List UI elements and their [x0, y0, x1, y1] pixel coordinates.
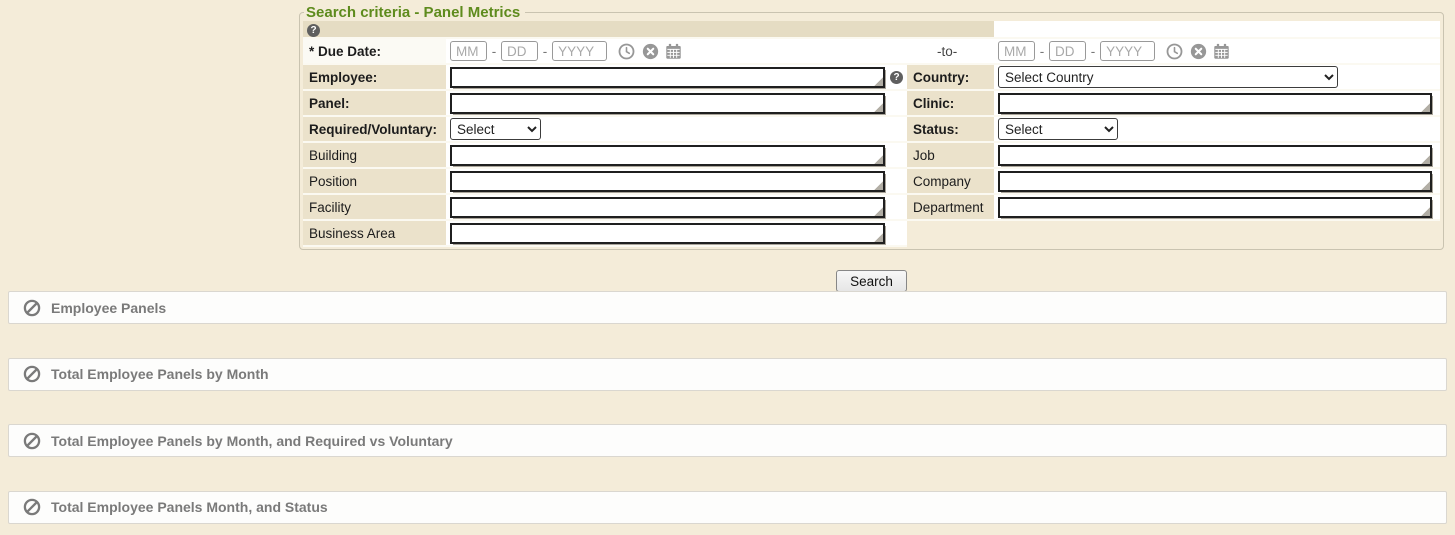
employee-country-row: Employee: ? Country: Select Country — [303, 64, 1440, 90]
clock-icon[interactable] — [618, 43, 635, 60]
panel-clinic-row: Panel: Clinic: — [303, 90, 1440, 116]
country-select[interactable]: Select Country — [998, 66, 1338, 88]
accordion-title: Total Employee Panels by Month, and Requ… — [51, 433, 453, 449]
no-entry-icon — [23, 498, 41, 516]
to-label: -to- — [907, 38, 994, 64]
position-input[interactable] — [450, 171, 885, 192]
facility-input[interactable] — [450, 197, 885, 218]
required-voluntary-select[interactable]: Select — [450, 118, 541, 140]
accordion-title: Total Employee Panels by Month — [51, 366, 269, 382]
building-job-row: Building Job — [303, 142, 1440, 168]
help-row: ? — [303, 21, 1440, 38]
department-label: Department — [907, 194, 994, 220]
job-label: Job — [907, 142, 994, 168]
accordion-total-panels-by-month[interactable]: Total Employee Panels by Month — [8, 358, 1447, 391]
department-input[interactable] — [998, 197, 1432, 218]
company-label: Company — [907, 168, 994, 194]
business-area-input[interactable] — [450, 223, 885, 244]
due-to-day-input[interactable] — [1049, 41, 1086, 61]
calendar-icon[interactable] — [1213, 43, 1230, 60]
employee-input[interactable] — [450, 67, 885, 88]
empty-cell — [994, 220, 1440, 246]
status-label: Status: — [907, 116, 994, 142]
country-label: Country: — [907, 64, 994, 90]
accordion-title: Employee Panels — [51, 300, 166, 316]
date-separator: - — [543, 44, 548, 59]
business-area-row: Business Area — [303, 220, 1440, 246]
clear-date-icon[interactable] — [1190, 43, 1207, 60]
criteria-table: ? * Due Date: - - -to- - - — [303, 21, 1440, 247]
facility-label: Facility — [303, 194, 446, 220]
help-bar-cell: ? — [303, 21, 994, 38]
no-entry-icon — [23, 432, 41, 450]
clock-icon[interactable] — [1166, 43, 1183, 60]
due-date-from-cell: - - — [446, 38, 907, 64]
due-to-month-input[interactable] — [998, 41, 1035, 61]
facility-department-row: Facility Department — [303, 194, 1440, 220]
date-separator: - — [1040, 44, 1045, 59]
required-status-row: Required/Voluntary: Select Status: Selec… — [303, 116, 1440, 142]
employee-help-icon[interactable]: ? — [890, 71, 903, 84]
business-area-label: Business Area — [303, 220, 446, 246]
position-company-row: Position Company — [303, 168, 1440, 194]
date-separator: - — [1091, 44, 1096, 59]
due-date-label: * Due Date: — [303, 38, 446, 64]
clinic-input[interactable] — [998, 93, 1432, 114]
accordion-panels: Employee Panels Total Employee Panels by… — [8, 291, 1447, 524]
position-label: Position — [303, 168, 446, 194]
due-date-to-cell: - - — [994, 38, 1440, 64]
calendar-icon[interactable] — [665, 43, 682, 60]
search-criteria-fieldset: Search criteria - Panel Metrics ? * Due … — [299, 4, 1444, 250]
panel-label: Panel: — [303, 90, 446, 116]
search-button-row: Search — [299, 270, 1444, 292]
status-select[interactable]: Select — [998, 118, 1118, 140]
accordion-total-panels-month-status[interactable]: Total Employee Panels Month, and Status — [8, 491, 1447, 524]
accordion-title: Total Employee Panels Month, and Status — [51, 499, 328, 515]
date-separator: - — [492, 44, 497, 59]
due-from-year-input[interactable] — [552, 41, 607, 61]
due-from-month-input[interactable] — [450, 41, 487, 61]
building-label: Building — [303, 142, 446, 168]
panel-input[interactable] — [450, 93, 885, 114]
fieldset-legend: Search criteria - Panel Metrics — [304, 4, 525, 21]
job-input[interactable] — [998, 145, 1432, 166]
accordion-total-panels-required-vs-voluntary[interactable]: Total Employee Panels by Month, and Requ… — [8, 424, 1447, 457]
company-input[interactable] — [998, 171, 1432, 192]
clinic-label: Clinic: — [907, 90, 994, 116]
no-entry-icon — [23, 299, 41, 317]
due-date-row: * Due Date: - - -to- - - — [303, 38, 1440, 64]
no-entry-icon — [23, 365, 41, 383]
building-input[interactable] — [450, 145, 885, 166]
accordion-employee-panels[interactable]: Employee Panels — [8, 291, 1447, 324]
clear-date-icon[interactable] — [642, 43, 659, 60]
help-icon[interactable]: ? — [307, 24, 320, 37]
due-from-day-input[interactable] — [501, 41, 538, 61]
due-to-year-input[interactable] — [1100, 41, 1155, 61]
employee-label: Employee: — [303, 64, 446, 90]
required-voluntary-label: Required/Voluntary: — [303, 116, 446, 142]
empty-cell — [907, 220, 994, 246]
search-button[interactable]: Search — [836, 270, 907, 292]
help-row-spacer — [994, 21, 1440, 38]
